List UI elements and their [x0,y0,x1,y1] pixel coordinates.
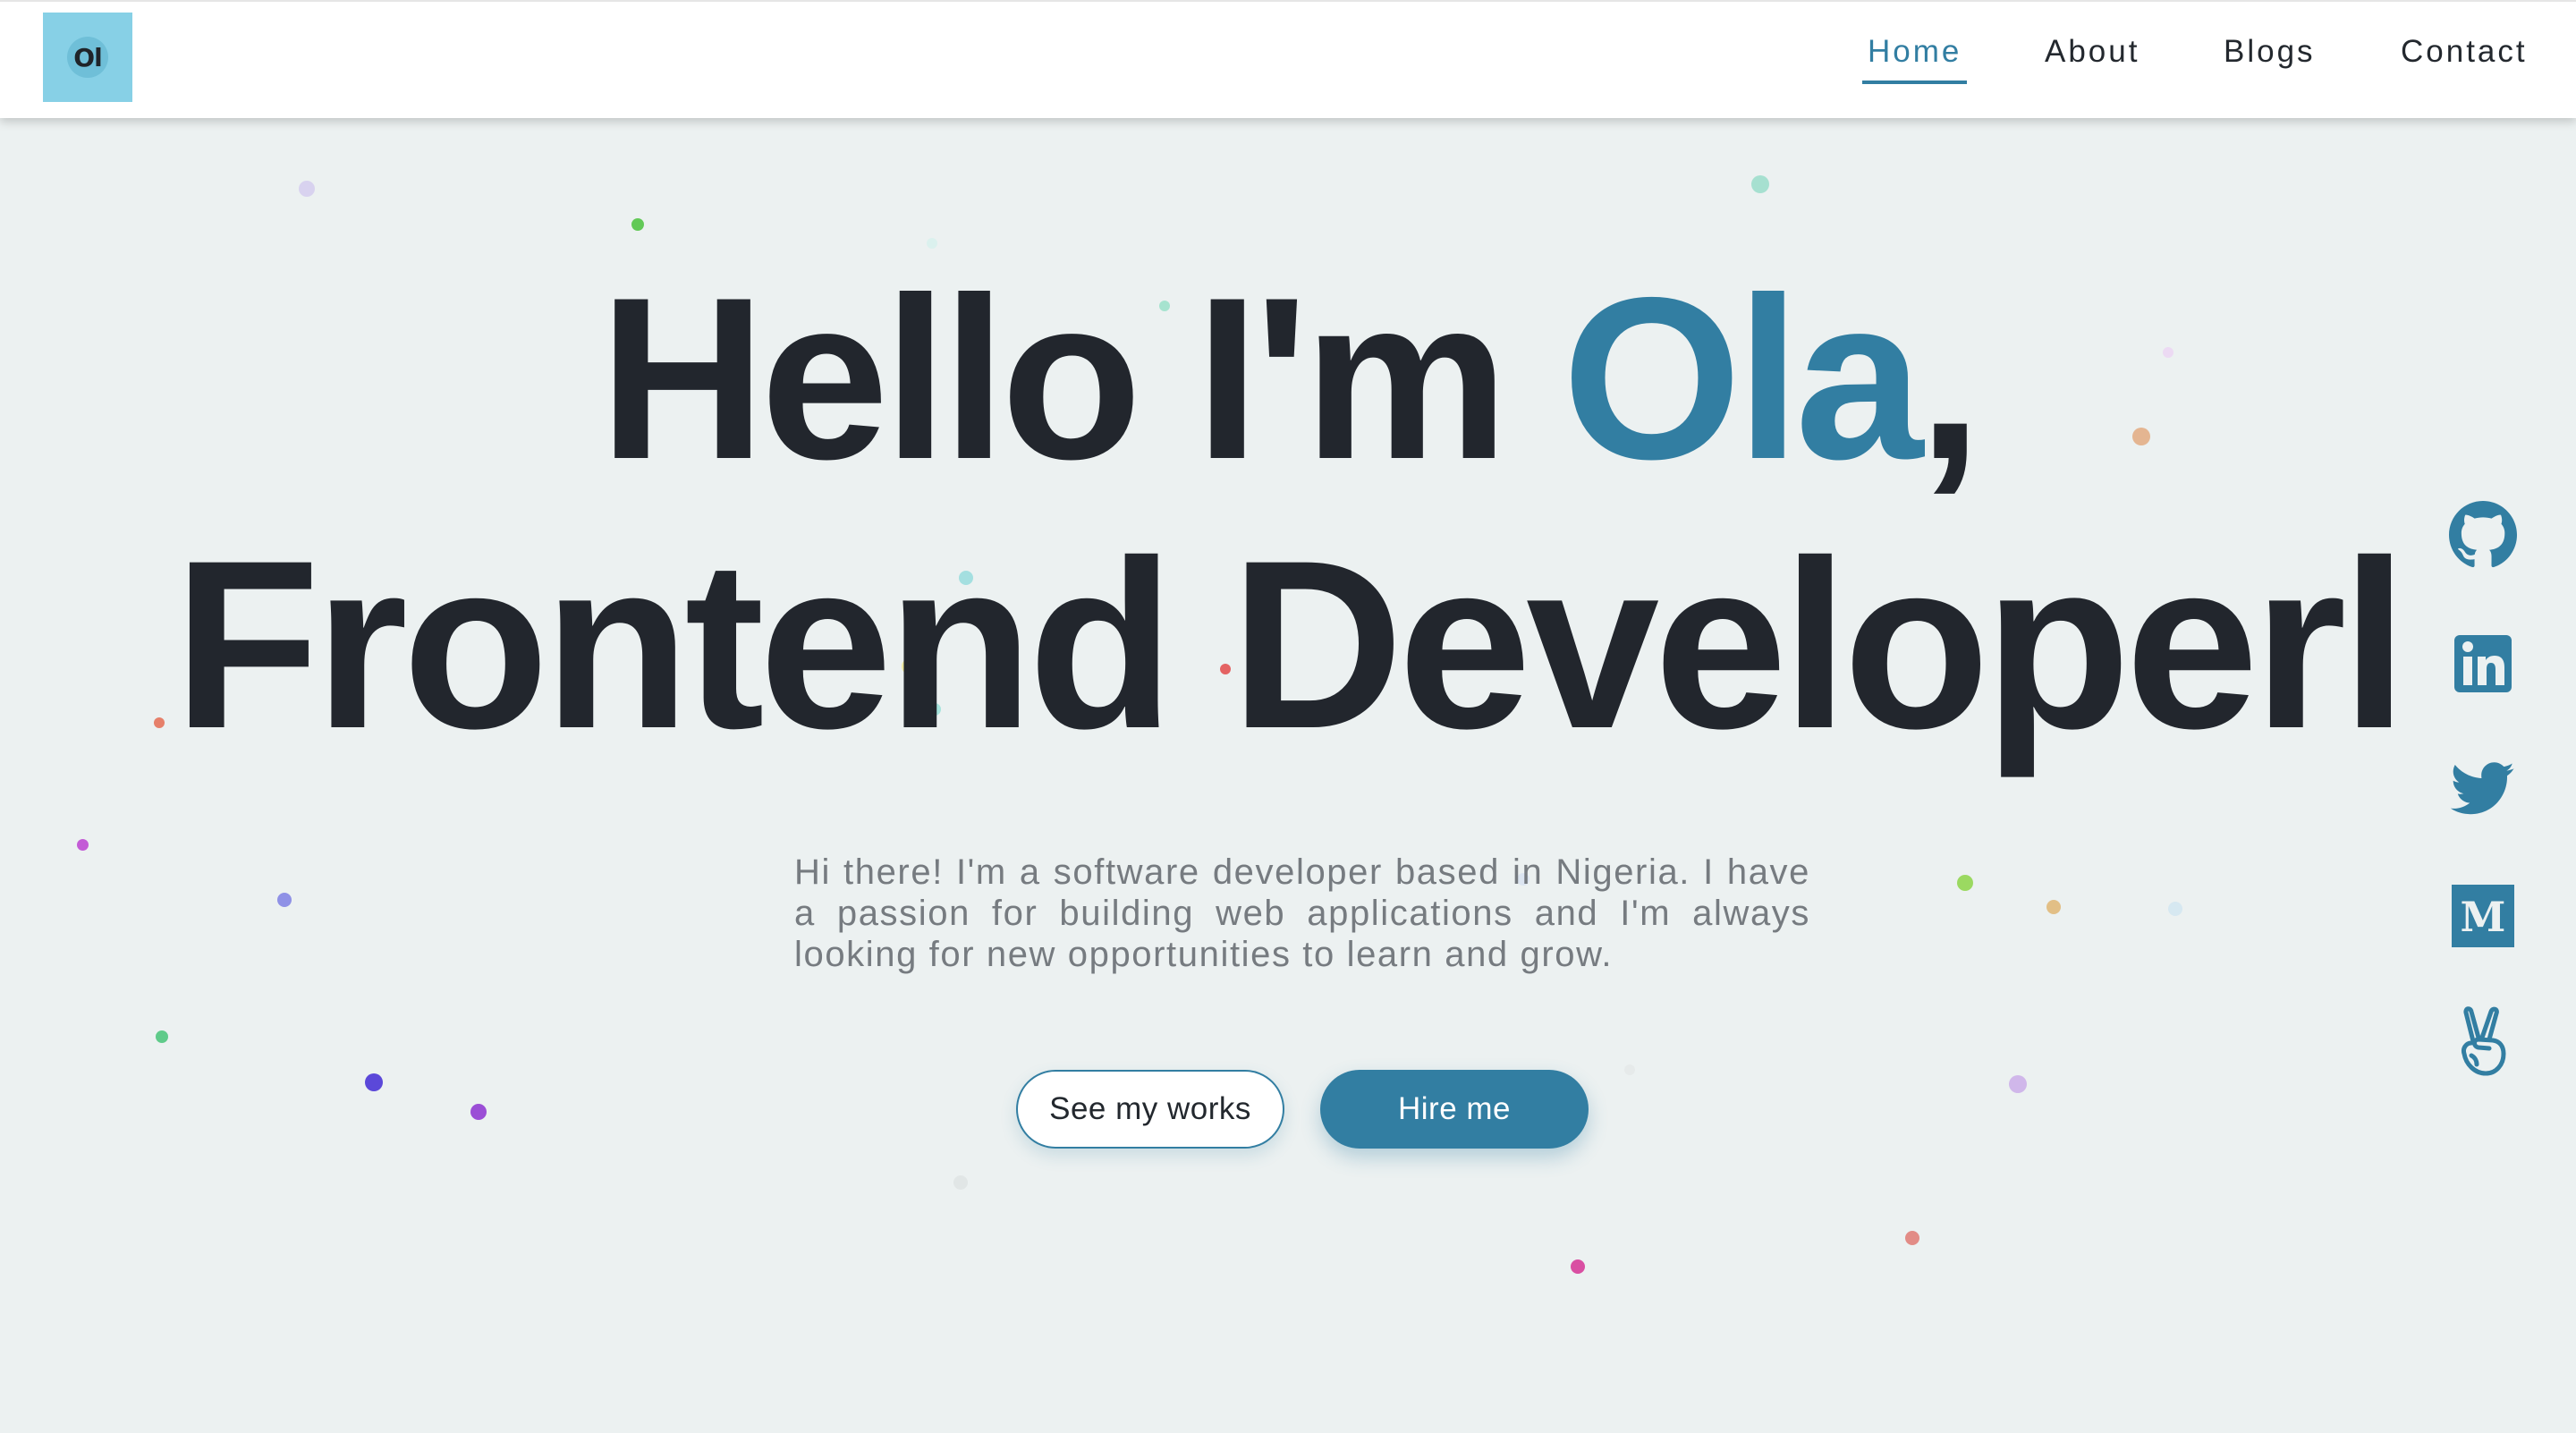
hero-intro-text: Hi there! I'm a software developer based… [794,852,1810,974]
svg-text:M: M [2461,893,2506,941]
angellist-icon [2462,1006,2506,1076]
particle [631,218,644,231]
particle [1905,1231,1919,1245]
logo-mark: Ol [67,37,108,78]
hire-me-button[interactable]: Hire me [1320,1070,1589,1149]
particle [365,1073,383,1091]
hero-greeting: Hello I'm Ola, [0,258,2576,499]
top-nav-bar: Ol Home About Blogs Contact [0,0,2576,118]
page: Ol Home About Blogs Contact Hello I'm Ol… [0,0,2576,1433]
particle [1624,1064,1635,1075]
particle [953,1175,968,1190]
hire-me-label: Hire me [1397,1091,1512,1126]
particle [299,181,315,197]
particle [1957,875,1973,891]
hero-name: Ola [1562,249,1924,507]
particle [2168,902,2182,916]
nav-link-home[interactable]: Home [1861,34,1968,88]
particle [927,238,937,249]
see-my-works-label: See my works [1049,1091,1251,1126]
hero-greeting-suffix: , [1918,249,1982,507]
site-logo[interactable]: Ol [43,13,132,102]
see-my-works-button[interactable]: See my works [1016,1070,1284,1149]
medium-link[interactable]: M [2447,880,2519,952]
linkedin-icon [2454,635,2512,692]
nav-link-blogs[interactable]: Blogs [2224,34,2316,88]
nav-link-contact[interactable]: Contact [2401,34,2528,88]
particle [2009,1075,2027,1093]
particle [1751,175,1769,193]
hero-greeting-prefix: Hello I'm [598,249,1563,507]
twitter-link[interactable] [2447,753,2519,825]
particle [77,839,89,851]
particle [1571,1259,1585,1274]
github-link[interactable] [2447,499,2519,571]
particle [156,1030,168,1043]
particle [2046,900,2061,914]
linkedin-link[interactable] [2447,628,2519,700]
hero-role: Frontend Developerl [174,510,2408,778]
nav-link-about[interactable]: About [2045,34,2140,88]
angellist-link[interactable] [2447,1005,2519,1077]
github-icon [2449,501,2517,568]
medium-icon: M [2452,885,2514,947]
particle [470,1104,487,1120]
twitter-icon [2451,762,2514,815]
particle [277,893,292,907]
